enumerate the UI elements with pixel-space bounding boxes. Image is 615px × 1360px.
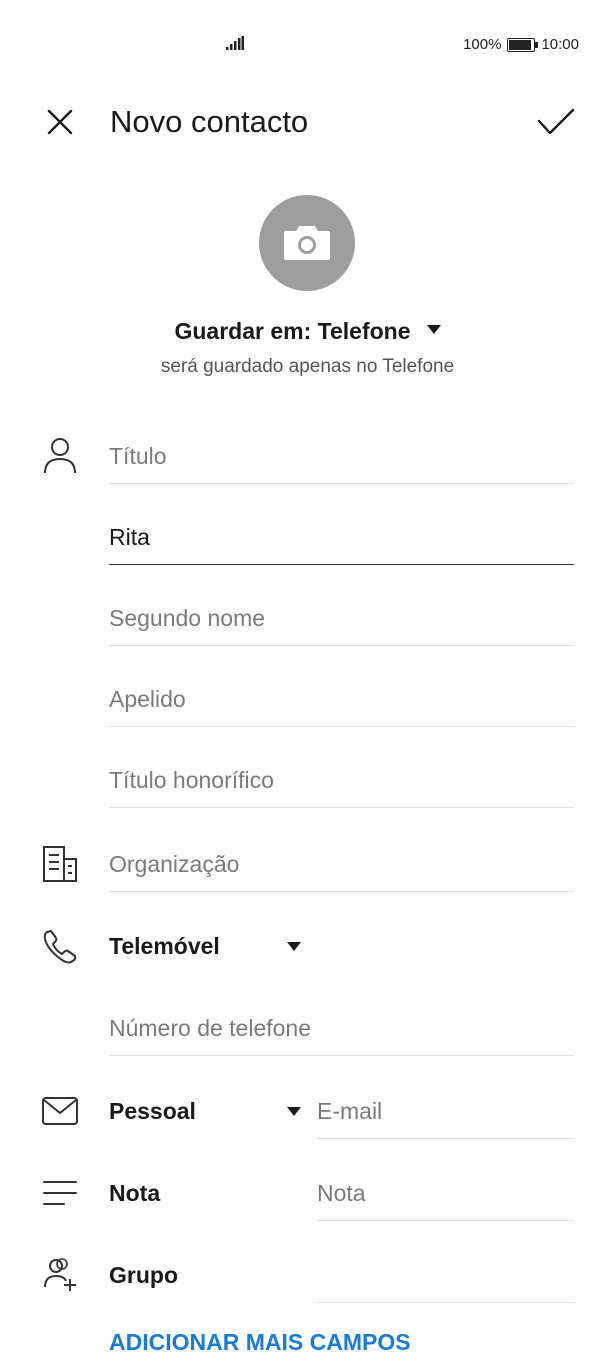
status-right: 100% 10:00 [463,36,579,53]
battery-icon [507,37,539,52]
camera-icon [284,226,330,260]
title-input[interactable] [109,402,574,483]
first-name-field[interactable] [109,483,574,565]
email-type-label: Pessoal [109,1098,196,1124]
person-icon [40,436,80,476]
group-icon [40,1255,80,1295]
close-icon [47,109,73,135]
save-location-selector[interactable]: Guardar em: Telefone [0,312,615,350]
last-name-input[interactable] [109,645,574,726]
suffix-field[interactable] [109,726,574,808]
save-location-label: Guardar em: Telefone [174,318,411,344]
clock: 10:00 [541,36,579,53]
checkmark-icon [537,108,575,135]
add-more-fields-button[interactable]: ADICIONAR MAIS CAMPOS [109,1324,411,1360]
phone-number-input[interactable] [109,974,574,1055]
phone-icon [40,926,80,966]
page-title: Novo contacto [110,104,309,139]
group-field[interactable] [317,1221,574,1303]
suffix-input[interactable] [109,726,574,807]
email-field[interactable] [317,1057,574,1139]
save-location-subtitle: será guardado apenas no Telefone [160,356,455,377]
last-name-field[interactable] [109,645,574,727]
note-label: Nota [109,1180,161,1206]
middle-name-field[interactable] [109,564,574,646]
dropdown-arrow-icon [426,325,441,335]
add-photo-button[interactable] [259,195,355,291]
phone-type-selector[interactable]: Telemóvel [109,926,220,966]
phone-type-label: Telemóvel [109,933,220,959]
phone-number-field[interactable] [109,974,574,1056]
note-field[interactable] [317,1139,574,1221]
battery-percent: 100% [463,36,502,53]
email-type-selector[interactable]: Pessoal [109,1091,196,1131]
first-name-input[interactable] [109,483,574,564]
email-input[interactable] [317,1057,574,1138]
signal-icon [226,36,244,55]
organization-field[interactable] [109,810,574,892]
note-input[interactable] [317,1139,574,1220]
status-bar: 100% 10:00 [0,0,615,90]
note-icon [40,1173,80,1213]
group-label: Grupo [109,1262,178,1288]
building-icon [40,844,80,884]
close-button[interactable] [40,100,80,144]
phone-type-dropdown-icon[interactable] [287,942,301,951]
organization-input[interactable] [109,810,574,891]
email-type-dropdown-icon[interactable] [287,1107,301,1116]
middle-name-input[interactable] [109,564,574,645]
save-button[interactable] [532,100,580,144]
title-field[interactable] [109,402,574,484]
email-icon [40,1091,80,1131]
